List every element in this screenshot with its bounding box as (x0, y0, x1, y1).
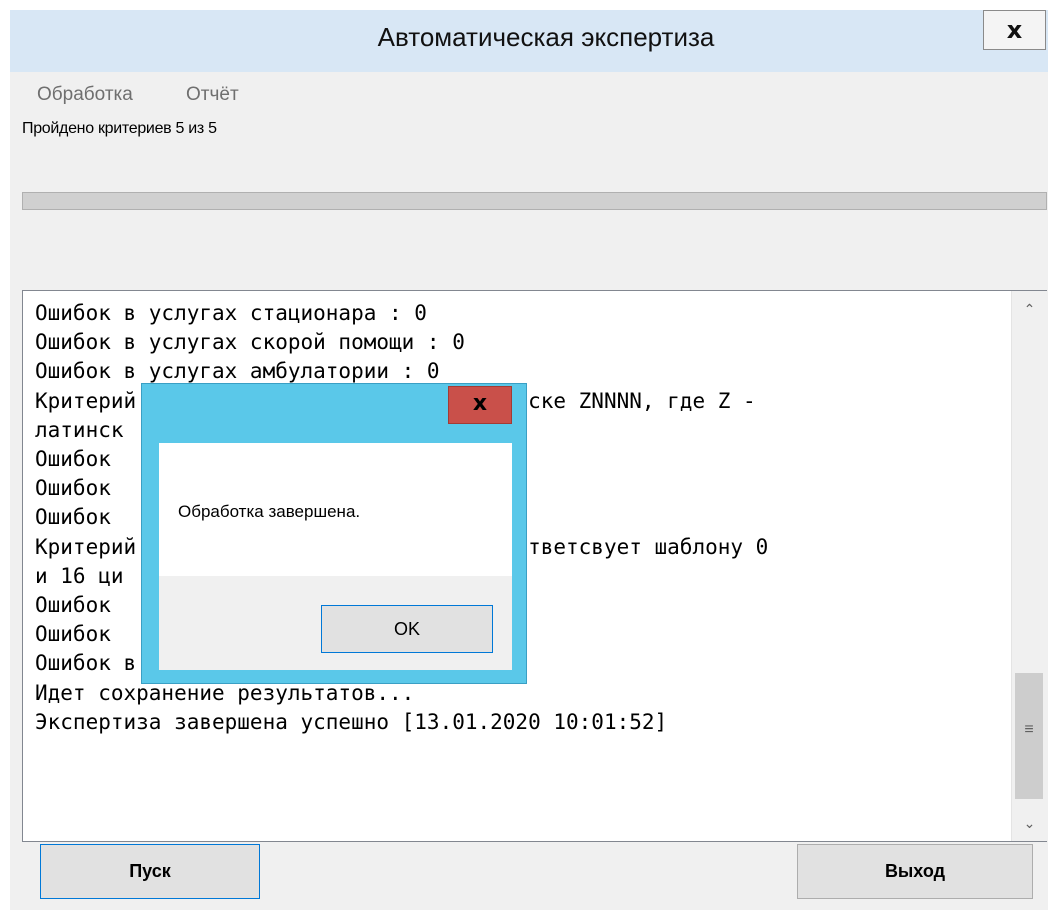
scroll-thumb[interactable]: ≡ (1015, 673, 1043, 799)
window-title: Автоматическая экспертиза (377, 22, 715, 52)
start-button[interactable]: Пуск (40, 844, 260, 899)
log-scrollbar[interactable]: ⌃ ≡ ⌄ (1011, 291, 1047, 841)
ok-button[interactable]: OK (321, 605, 493, 653)
scroll-down-icon[interactable]: ⌄ (1012, 805, 1047, 841)
close-icon: x (472, 391, 488, 416)
exit-button[interactable]: Выход (797, 844, 1033, 899)
dialog-close-button[interactable]: x (448, 386, 512, 424)
status-text: Пройдено критериев 5 из 5 (22, 120, 217, 137)
log-line: Ошибок в услугах скорой помощи : 0 (35, 330, 465, 355)
scroll-up-icon[interactable]: ⌃ (1012, 291, 1047, 327)
window-close-button[interactable]: x (983, 10, 1046, 50)
log-line: Экспертиза завершена успешно [13.01.2020… (35, 709, 668, 734)
log-line: Ошибок в услугах стационара : 0 (35, 301, 427, 325)
menu-item-report[interactable]: Отчёт (186, 84, 239, 106)
title-bar: Автоматическая экспертиза (10, 10, 1048, 72)
menu-item-processing[interactable]: Обработка (37, 84, 133, 106)
close-icon: x (1006, 16, 1023, 44)
grip-icon: ≡ (1024, 721, 1034, 738)
dialog-message: Обработка завершена. (178, 502, 361, 521)
progress-bar (22, 192, 1047, 210)
